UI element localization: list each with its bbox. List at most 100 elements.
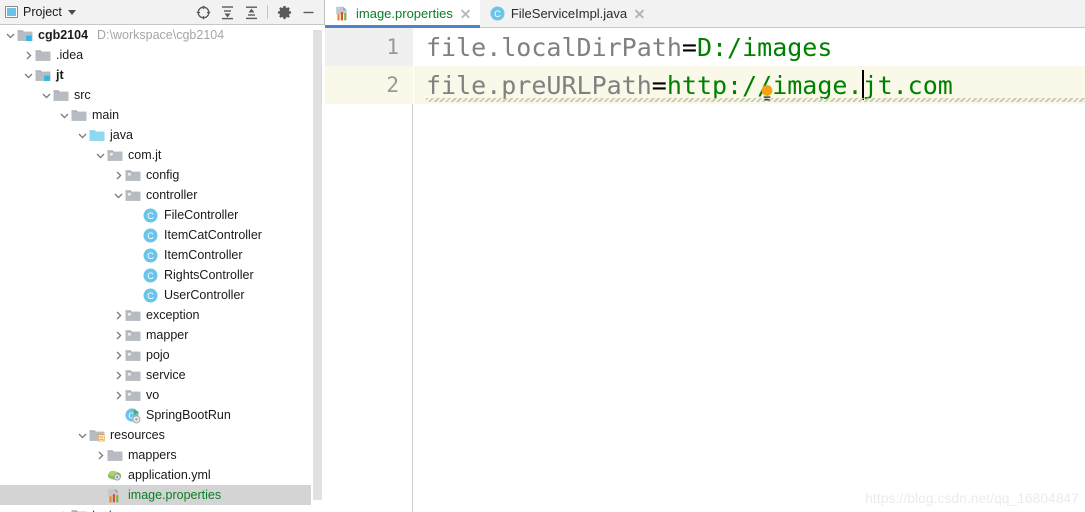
tree-node-src[interactable]: src [0,85,311,105]
chevron-right-icon[interactable] [112,385,125,405]
line-number: 1 [325,28,413,66]
folder-icon [71,105,88,125]
module-icon [17,25,34,45]
tree-node-cgb2104[interactable]: cgb2104 D:\workspace\cgb2104 [0,25,311,45]
chevron-right-icon[interactable] [112,305,125,325]
tree-node-springbootrun[interactable]: C SpringBootRun [0,405,311,425]
chevron-down-icon[interactable] [94,145,107,165]
expand-all-icon[interactable] [215,1,239,23]
tree-node-mapper[interactable]: mapper [0,325,311,345]
tree-node--idea[interactable]: .idea [0,45,311,65]
chevron-right-icon[interactable] [112,165,125,185]
class-icon: C [490,6,505,21]
tree-node-com-jt[interactable]: com.jt [0,145,311,165]
chevron-down-icon[interactable] [112,185,125,205]
chevron-right-icon[interactable] [112,345,125,365]
project-title-button[interactable]: Project [5,5,76,19]
tree-node-label: service [146,368,186,382]
tree-node-image-properties[interactable]: image.properties [0,485,311,505]
package-icon [125,305,142,325]
chevron-down-icon[interactable] [76,425,89,445]
chevron-down-icon[interactable] [40,85,53,105]
class-icon: C [143,265,160,285]
tree-node-label: application.yml [128,468,211,482]
lightbulb-icon[interactable] [759,84,775,107]
editor-tab-fileserviceimpl-java[interactable]: C FileServiceImpl.java [480,0,654,27]
tree-node-jt[interactable]: jt [0,65,311,85]
tree-node-config[interactable]: config [0,165,311,185]
tree-node-vo[interactable]: vo [0,385,311,405]
tree-node-label: image.properties [128,488,222,502]
locate-icon[interactable] [191,1,215,23]
class-icon: C [143,285,160,305]
toolbar-separator [267,5,268,19]
chevron-right-icon[interactable] [94,445,107,465]
project-tree-scrollbar[interactable] [311,26,323,511]
line-number: 2 [325,66,413,104]
close-icon[interactable] [459,7,472,20]
minimize-icon[interactable] [296,1,320,23]
tree-node-java[interactable]: java [0,125,311,145]
chevron-down-icon[interactable] [76,125,89,145]
source-folder-icon [89,125,106,145]
tree-node-usercontroller[interactable]: C UserController [0,285,311,305]
gear-icon[interactable] [272,1,296,23]
tree-node-label: ItemCatController [164,228,262,242]
chevron-down-icon[interactable] [67,9,76,15]
tree-node-label: .idea [56,48,84,62]
tree-node-itemcontroller[interactable]: C ItemController [0,245,311,265]
folder-icon [53,85,70,105]
chevron-right-icon[interactable] [112,365,125,385]
inspection-squiggle-underline [426,98,1085,102]
folder-icon [107,445,124,465]
chevron-right-icon[interactable] [22,45,35,65]
project-toolbar-actions [191,1,324,23]
chevron-down-icon[interactable] [22,65,35,85]
chevron-down-icon[interactable] [4,25,17,45]
code-line[interactable]: file.localDirPath = D:/images [414,28,1085,66]
tree-node-exception[interactable]: exception [0,305,311,325]
tree-node-label: main [92,108,120,122]
tree-node-label: resources [110,428,165,442]
tree-node-application-yml[interactable]: application.yml [0,465,311,485]
collapse-all-icon[interactable] [239,1,263,23]
package-icon [125,365,142,385]
project-tree[interactable]: cgb2104 D:\workspace\cgb2104 .idea jt src mai… [0,25,325,512]
tree-node-service[interactable]: service [0,365,311,385]
tree-node-mappers[interactable]: mappers [0,445,311,465]
yml-icon [107,465,124,485]
tree-node-rightscontroller[interactable]: C RightsController [0,265,311,285]
chevron-down-icon[interactable] [58,105,71,125]
runnable-class-icon: C [125,405,142,425]
svg-text:C: C [147,291,154,301]
property-separator: = [681,32,697,62]
chevron-right-icon[interactable] [58,505,71,512]
editor-area: image.properties C FileServiceImpl.java 1 … [325,0,1085,512]
property-key: file.preURLPath [426,70,652,100]
code-editor[interactable]: 1 2 file.localDirPath = D:/images file.pre… [325,28,1085,512]
chevron-right-icon[interactable] [112,325,125,345]
editor-tab-image-properties[interactable]: image.properties [325,0,480,28]
tree-node-main[interactable]: main [0,105,311,125]
tree-node-itemcatcontroller[interactable]: C ItemCatController [0,225,311,245]
property-separator: = [651,70,667,100]
tree-node-test[interactable]: test [0,505,311,512]
tree-node-resources[interactable]: resources [0,425,311,445]
tree-node-controller[interactable]: controller [0,185,311,205]
close-icon[interactable] [633,7,646,20]
tree-node-label: test [88,508,112,512]
tree-node-filecontroller[interactable]: C FileController [0,205,311,225]
tree-node-label: UserController [164,288,245,302]
tree-node-label: ItemController [164,248,243,262]
svg-text:C: C [147,271,154,281]
tree-node-label: exception [146,308,200,322]
class-icon: C [143,225,160,245]
tree-node-pojo[interactable]: pojo [0,345,311,365]
tree-node-label: src [74,88,91,102]
tree-node-label: java [110,128,133,142]
scrollbar-thumb[interactable] [313,30,322,500]
tree-node-label: jt [56,68,64,82]
